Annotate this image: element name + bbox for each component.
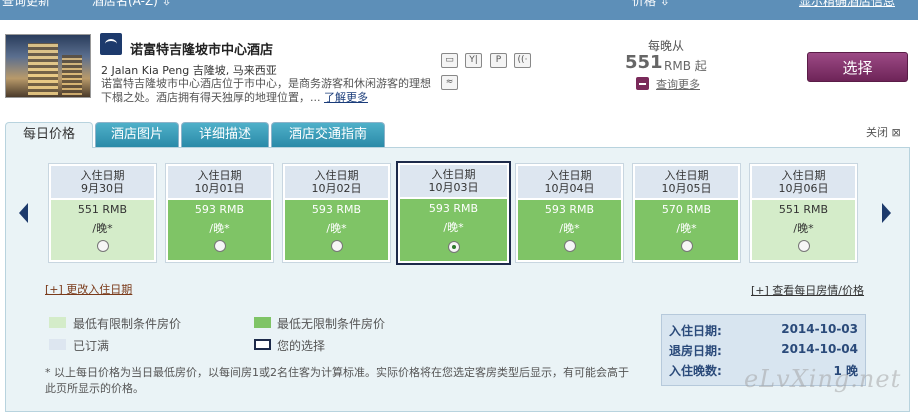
view-more-link[interactable]: 查询更多	[656, 76, 700, 92]
checkout-value: 2014-10-04	[781, 342, 858, 356]
checkin-date-label: 入住日期	[547, 169, 592, 182]
per-night-label: /晚*	[676, 222, 697, 235]
date-radio[interactable]	[96, 240, 109, 252]
top-bar: 查询更新 酒店名(A-Z) ⇩ 价格 ⇩ 显示精确酒店信息	[0, 0, 918, 20]
show-exact-hotel-info-link[interactable]: 显示精确酒店信息	[799, 0, 895, 9]
day-card-5[interactable]: 入住日期 10月05日 570 RMB/晚*	[632, 163, 741, 263]
next-dates-arrow-icon[interactable]	[882, 203, 891, 223]
wifi-icon: ((·	[514, 53, 531, 68]
amenity-icons: ▭ Y| P ((· ≈	[441, 53, 541, 95]
restaurant-icon: Y|	[465, 53, 482, 68]
collapse-icon[interactable]	[636, 77, 649, 90]
legend-unrestricted-label: 最低无限制条件房价	[277, 317, 386, 331]
day-price: 593 RMB	[194, 203, 245, 216]
date-radio[interactable]	[797, 240, 810, 252]
legend-restricted-label: 最低有限制条件房价	[73, 317, 182, 331]
day-card-3-selected[interactable]: 入住日期 10月03日 593 RMB/晚*	[396, 161, 511, 265]
date-radio[interactable]	[680, 240, 693, 252]
day-price: 593 RMB	[544, 203, 595, 216]
brand-logo-icon	[100, 33, 122, 55]
day-card-0[interactable]: 入住日期 9月30日 551 RMB/晚*	[48, 163, 157, 263]
day-card-2[interactable]: 入住日期 10月02日 593 RMB/晚*	[282, 163, 391, 263]
tab-transport-guide[interactable]: 酒店交通指南	[271, 122, 385, 147]
per-night-label: /晚*	[793, 222, 814, 235]
hotel-description: 诺富特吉隆坡市中心酒店位于市中心，是商务游客和休闲游客的理想下榻之处。酒店拥有得…	[101, 77, 433, 105]
checkin-date: 10月03日	[428, 181, 479, 194]
lowest-price: 551	[625, 52, 663, 73]
nights-label: 入住晚数:	[669, 364, 722, 378]
update-search-link[interactable]: 查询更新	[2, 0, 50, 9]
legend-restricted-swatch	[49, 317, 66, 328]
per-night-label: /晚*	[559, 222, 580, 235]
date-radio[interactable]	[213, 240, 226, 252]
price-unit: RMB 起	[664, 59, 707, 73]
checkin-date: 10月05日	[661, 182, 712, 195]
change-checkin-date-link[interactable]: [+] 更改入住日期	[45, 281, 132, 297]
checkin-date: 10月04日	[544, 182, 595, 195]
checkin-date: 10月02日	[311, 182, 362, 195]
day-card-header: 入住日期 10月01日	[168, 166, 271, 198]
legend-your-choice-swatch	[254, 339, 271, 350]
tab-description[interactable]: 详细描述	[181, 122, 269, 147]
sort-by-name-link[interactable]: 酒店名(A-Z) ⇩	[92, 0, 172, 9]
day-card-4[interactable]: 入住日期 10月04日 593 RMB/晚*	[515, 163, 624, 263]
checkin-date-label: 入住日期	[80, 169, 125, 182]
date-radio-checked[interactable]	[447, 241, 460, 253]
computer-icon: ▭	[441, 53, 458, 68]
parking-icon: P	[490, 53, 507, 68]
per-night-label: /晚*	[92, 222, 113, 235]
price-footnote: * 以上每日价格为当日最低房价，以每间房1或2名住客为计算标准。实际价格将在您选…	[45, 366, 629, 395]
day-card-header: 入住日期 10月05日	[635, 166, 738, 198]
day-price: 570 RMB	[661, 203, 712, 216]
date-radio[interactable]	[563, 240, 576, 252]
per-night-label: /晚*	[209, 222, 230, 235]
checkin-date-label: 入住日期	[781, 169, 826, 182]
view-daily-rates-link[interactable]: [+] 查看每日房情/价格	[751, 282, 864, 298]
checkin-date: 10月06日	[778, 182, 829, 195]
per-night-label: /晚*	[326, 222, 347, 235]
hotel-name[interactable]: 诺富特吉隆坡市中心酒店	[130, 39, 273, 58]
day-card-header: 入住日期 10月04日	[518, 166, 621, 198]
checkin-date-label: 入住日期	[664, 169, 709, 182]
hotel-photo[interactable]	[5, 34, 91, 98]
per-night-label: /晚*	[443, 221, 464, 234]
day-card-6[interactable]: 入住日期 10月06日 551 RMB/晚*	[749, 163, 858, 263]
day-card-header: 入住日期 10月03日	[400, 165, 507, 197]
legend-unrestricted-swatch	[254, 317, 271, 328]
day-card-header: 入住日期 9月30日	[51, 166, 154, 198]
checkout-label: 退房日期:	[669, 344, 722, 358]
day-card-header: 入住日期 10月02日	[285, 166, 388, 198]
select-button[interactable]: 选择	[807, 52, 908, 82]
checkin-value: 2014-10-03	[781, 322, 858, 336]
day-price: 551 RMB	[77, 203, 128, 216]
legend-your-choice-label: 您的选择	[277, 339, 326, 353]
day-price: 551 RMB	[778, 203, 829, 216]
hotel-address: 2 Jalan Kia Peng 吉隆坡, 马来西亚	[101, 64, 277, 77]
checkin-date-label: 入住日期	[314, 169, 359, 182]
checkin-date: 10月01日	[194, 182, 245, 195]
hotel-photo-building-2	[62, 55, 82, 95]
day-price: 593 RMB	[428, 202, 479, 215]
close-panel-link[interactable]: 关闭 ⊠	[866, 124, 901, 140]
watermark: eLvXing.net	[744, 365, 902, 393]
checkin-label: 入住日期:	[669, 324, 722, 338]
checkin-date: 9月30日	[81, 182, 124, 195]
day-card-1[interactable]: 入住日期 10月01日 593 RMB/晚*	[165, 163, 274, 263]
sort-by-price-link[interactable]: 价格 ⇩	[632, 0, 670, 9]
tab-daily-price[interactable]: 每日价格	[5, 122, 93, 148]
legend-sold-out-swatch	[49, 339, 66, 350]
day-price: 593 RMB	[311, 203, 362, 216]
tab-hotel-photos[interactable]: 酒店图片	[95, 122, 179, 147]
legend-sold-out-label: 已订满	[73, 339, 110, 353]
date-radio[interactable]	[330, 240, 343, 252]
hotel-photo-building	[28, 43, 58, 95]
hotel-description-text: 诺富特吉隆坡市中心酒店位于市中心，是商务游客和休闲游客的理想下榻之处。酒店拥有得…	[101, 77, 431, 104]
checkin-date-label: 入住日期	[431, 168, 476, 181]
pool-icon: ≈	[441, 75, 458, 90]
checkin-date-label: 入住日期	[197, 169, 242, 182]
learn-more-link[interactable]: 了解更多	[324, 91, 368, 104]
day-card-header: 入住日期 10月06日	[752, 166, 855, 198]
prev-dates-arrow-icon[interactable]	[19, 203, 28, 223]
